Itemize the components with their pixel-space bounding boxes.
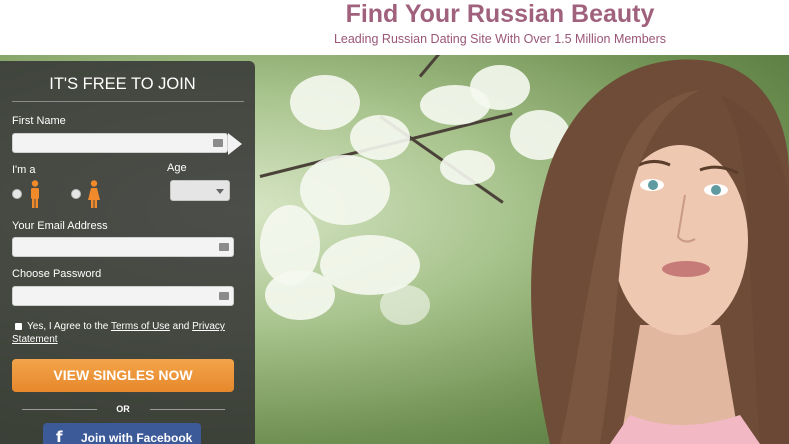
keyboard-icon — [219, 243, 229, 251]
male-icon — [31, 180, 39, 208]
password-field[interactable] — [12, 286, 234, 306]
field-pointer — [228, 133, 242, 155]
facebook-join-button[interactable]: f Join with Facebook — [43, 423, 201, 444]
and-text: and — [169, 321, 193, 332]
model-photo — [531, 59, 789, 444]
age-label: Age — [167, 162, 187, 174]
blossom-shape — [350, 115, 410, 160]
blossom-shape — [300, 155, 390, 225]
branch-shape — [418, 55, 479, 78]
facebook-icon: f — [56, 428, 63, 444]
keyboard-icon — [219, 292, 229, 300]
divider — [12, 101, 244, 102]
iris-right — [711, 185, 721, 195]
blossom-shape — [290, 75, 360, 130]
first-name-field[interactable] — [12, 133, 228, 153]
form-title: IT'S FREE TO JOIN — [49, 75, 196, 93]
or-divider-right — [150, 409, 225, 410]
page-title: Find Your Russian Beauty — [345, 0, 655, 28]
facebook-button-label: Join with Facebook — [81, 431, 193, 444]
keyboard-icon — [213, 139, 223, 147]
female-icon — [88, 180, 100, 208]
iris-left — [648, 180, 658, 190]
chevron-down-icon — [216, 189, 224, 194]
blossom-shape — [380, 285, 430, 325]
agree-prefix: Yes, I Agree to the — [27, 321, 111, 332]
blossom-shape — [440, 150, 495, 185]
gender-label: I'm a — [12, 164, 36, 176]
or-label: OR — [116, 404, 130, 414]
lips-shape — [662, 261, 710, 277]
blossom-shape — [265, 270, 335, 320]
terms-link[interactable]: Terms of Use — [111, 321, 170, 332]
password-label: Choose Password — [12, 268, 102, 280]
page-subtitle: Leading Russian Dating Site With Over 1.… — [333, 32, 667, 46]
email-label: Your Email Address — [12, 220, 108, 232]
age-select[interactable] — [170, 180, 230, 201]
first-name-label: First Name — [12, 115, 66, 127]
or-divider-left — [22, 409, 97, 410]
site-header: Find Your Russian Beauty Leading Russian… — [0, 0, 789, 55]
agree-text: Yes, I Agree to the Terms of Use and Pri… — [12, 320, 240, 346]
gender-female-radio[interactable] — [71, 189, 81, 199]
view-singles-button[interactable]: VIEW SINGLES NOW — [12, 359, 234, 392]
gender-male-radio[interactable] — [12, 189, 22, 199]
email-field[interactable] — [12, 237, 234, 257]
